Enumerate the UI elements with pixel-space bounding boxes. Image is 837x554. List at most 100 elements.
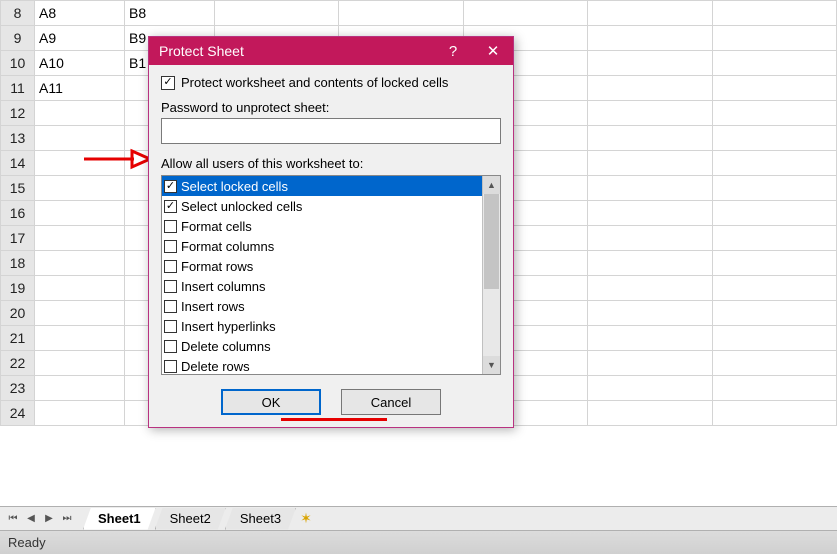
cell[interactable]	[339, 1, 463, 26]
cell[interactable]: A8	[35, 1, 125, 26]
cell[interactable]	[712, 276, 836, 301]
cell[interactable]	[712, 326, 836, 351]
row-header[interactable]: 22	[1, 351, 35, 376]
cell[interactable]	[712, 1, 836, 26]
permission-item[interactable]: Insert rows	[162, 296, 482, 316]
cell[interactable]	[35, 376, 125, 401]
cell[interactable]	[588, 201, 712, 226]
cell[interactable]	[35, 326, 125, 351]
tab-nav-first-icon[interactable]: ⏮	[4, 510, 22, 528]
ok-button[interactable]: OK	[221, 389, 321, 415]
permission-checkbox[interactable]	[164, 360, 177, 373]
row-header[interactable]: 20	[1, 301, 35, 326]
permission-checkbox[interactable]	[164, 200, 177, 213]
tab-nav-last-icon[interactable]: ⏭	[58, 510, 76, 528]
cell[interactable]	[35, 101, 125, 126]
row-header[interactable]: 14	[1, 151, 35, 176]
cell[interactable]	[35, 301, 125, 326]
permission-checkbox[interactable]	[164, 260, 177, 273]
cell[interactable]	[712, 101, 836, 126]
permission-checkbox[interactable]	[164, 320, 177, 333]
row-header[interactable]: 11	[1, 76, 35, 101]
cell[interactable]	[712, 251, 836, 276]
permission-item[interactable]: Insert columns	[162, 276, 482, 296]
permission-checkbox[interactable]	[164, 280, 177, 293]
cell[interactable]	[35, 251, 125, 276]
cell[interactable]	[712, 201, 836, 226]
permission-item[interactable]: Insert hyperlinks	[162, 316, 482, 336]
cell[interactable]	[588, 126, 712, 151]
row-header[interactable]: 10	[1, 51, 35, 76]
scrollbar[interactable]: ▲ ▼	[482, 176, 500, 374]
row-header[interactable]: 12	[1, 101, 35, 126]
cell[interactable]	[35, 226, 125, 251]
permissions-list[interactable]: Select locked cellsSelect unlocked cells…	[161, 175, 501, 375]
cell[interactable]	[588, 51, 712, 76]
cell[interactable]	[588, 326, 712, 351]
cell[interactable]	[588, 276, 712, 301]
permission-item[interactable]: Format rows	[162, 256, 482, 276]
tab-nav-prev-icon[interactable]: ◀	[22, 510, 40, 528]
cell[interactable]	[35, 401, 125, 426]
tab-nav-next-icon[interactable]: ▶	[40, 510, 58, 528]
cell[interactable]	[35, 351, 125, 376]
cell[interactable]	[35, 201, 125, 226]
cell[interactable]	[588, 76, 712, 101]
cell[interactable]	[35, 276, 125, 301]
cell[interactable]	[588, 151, 712, 176]
cell[interactable]: A9	[35, 26, 125, 51]
cell[interactable]	[35, 126, 125, 151]
permission-checkbox[interactable]	[164, 340, 177, 353]
cell[interactable]	[712, 376, 836, 401]
cell[interactable]	[712, 176, 836, 201]
cell[interactable]	[588, 26, 712, 51]
cell[interactable]	[712, 226, 836, 251]
row-header[interactable]: 9	[1, 26, 35, 51]
cell[interactable]	[712, 26, 836, 51]
permission-item[interactable]: Delete columns	[162, 336, 482, 356]
cell[interactable]	[588, 101, 712, 126]
cell[interactable]	[588, 226, 712, 251]
cell[interactable]	[712, 351, 836, 376]
row-header[interactable]: 19	[1, 276, 35, 301]
new-sheet-icon[interactable]: ✶	[296, 510, 316, 527]
cell[interactable]	[588, 351, 712, 376]
permission-item[interactable]: Select locked cells	[162, 176, 482, 196]
permission-item[interactable]: Format cells	[162, 216, 482, 236]
password-input[interactable]	[161, 118, 501, 144]
row-header[interactable]: 23	[1, 376, 35, 401]
cell[interactable]: A11	[35, 76, 125, 101]
cell[interactable]	[588, 401, 712, 426]
row-header[interactable]: 18	[1, 251, 35, 276]
row-header[interactable]: 24	[1, 401, 35, 426]
cell[interactable]	[712, 76, 836, 101]
protect-checkbox[interactable]	[161, 76, 175, 90]
cell[interactable]	[712, 301, 836, 326]
cell[interactable]: A10	[35, 51, 125, 76]
permission-item[interactable]: Format columns	[162, 236, 482, 256]
permission-item[interactable]: Select unlocked cells	[162, 196, 482, 216]
permission-item[interactable]: Delete rows	[162, 356, 482, 374]
permission-checkbox[interactable]	[164, 300, 177, 313]
scroll-thumb[interactable]	[484, 194, 499, 289]
cell[interactable]	[588, 1, 712, 26]
sheet-tab[interactable]: Sheet2	[155, 508, 226, 530]
help-icon[interactable]: ?	[433, 37, 473, 65]
scroll-down-icon[interactable]: ▼	[483, 356, 500, 374]
cancel-button[interactable]: Cancel	[341, 389, 441, 415]
cell[interactable]	[588, 376, 712, 401]
cell[interactable]	[588, 251, 712, 276]
sheet-tab[interactable]: Sheet1	[83, 508, 156, 530]
row-header[interactable]: 15	[1, 176, 35, 201]
row-header[interactable]: 8	[1, 1, 35, 26]
cell[interactable]	[35, 176, 125, 201]
row-header[interactable]: 17	[1, 226, 35, 251]
cell[interactable]	[463, 1, 587, 26]
scroll-up-icon[interactable]: ▲	[483, 176, 500, 194]
sheet-tab[interactable]: Sheet3	[225, 508, 296, 530]
permission-checkbox[interactable]	[164, 240, 177, 253]
cell[interactable]	[712, 126, 836, 151]
row-header[interactable]: 13	[1, 126, 35, 151]
permission-checkbox[interactable]	[164, 180, 177, 193]
row-header[interactable]: 16	[1, 201, 35, 226]
